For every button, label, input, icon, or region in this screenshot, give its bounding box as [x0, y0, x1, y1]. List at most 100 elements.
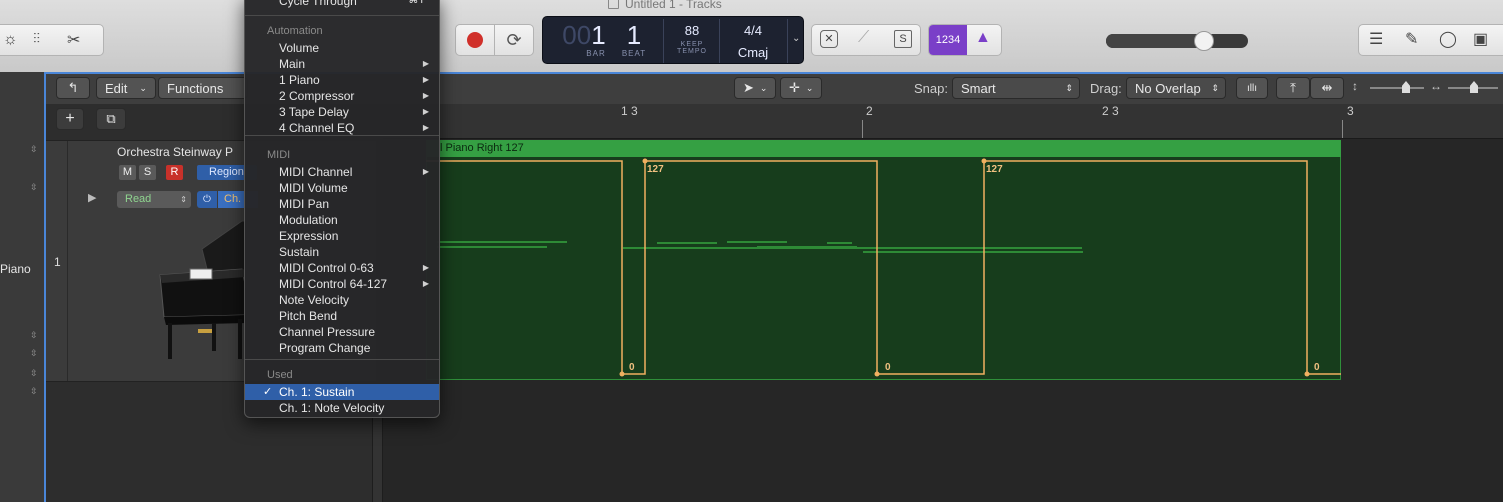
scissors-icon[interactable]: ✂ [67, 30, 80, 50]
vertical-zoom-icon: ↕ [1352, 79, 1358, 93]
menu-item-midi-9[interactable]: Pitch Bend [245, 308, 439, 324]
menu-item-automation-5[interactable]: 4 Channel EQ [245, 120, 439, 136]
automation-curve[interactable] [426, 140, 1346, 380]
cycle-button[interactable]: ⟳ [494, 24, 534, 56]
snap-select[interactable]: Smart ⇕ [952, 77, 1080, 99]
vertical-zoom-slider[interactable] [1370, 87, 1424, 89]
menu-item-midi-3[interactable]: Modulation [245, 212, 439, 228]
automation-value-label: 127 [986, 164, 1003, 175]
disclosure-triangle-icon[interactable]: ▶ [88, 191, 96, 204]
menu-item-cycle-through[interactable]: Cycle Through ⌘Y [245, 0, 439, 9]
master-volume-fill [1106, 34, 1204, 48]
waveform-zoom-button[interactable]: ıllı [1236, 77, 1268, 99]
solo-button[interactable]: S [139, 165, 156, 180]
lcd-beat-label: BEAT [621, 49, 647, 58]
view-group: ☰ ✎ ◯ ▣ [1358, 24, 1503, 56]
automation-power-button[interactable]: ⏻ [197, 191, 217, 208]
menu-item-automation-3[interactable]: 2 Compressor [245, 88, 439, 104]
edit-menu[interactable]: Edit ⌄ [96, 77, 156, 99]
lcd-bar-dim: 00 [562, 20, 592, 50]
mute-button[interactable]: M [119, 165, 136, 180]
mode-group: ✕ ⟋ S [811, 24, 921, 56]
menu-item-midi-5[interactable]: Sustain [245, 244, 439, 260]
menu-item-automation-1[interactable]: Main [245, 56, 439, 72]
mixer-sliders-icon[interactable]: ⫶⫶ [33, 30, 40, 47]
vertical-fit-button[interactable]: ⤒ [1276, 77, 1310, 99]
horizontal-fit-button[interactable]: ⇹ [1310, 77, 1344, 99]
menu-header-automation: Automation [267, 25, 323, 37]
stepper-icon[interactable]: ⇳ [30, 330, 38, 341]
snap-value: Smart [961, 80, 996, 96]
plus-icon: + [65, 110, 75, 127]
master-volume-slider[interactable] [1106, 31, 1248, 51]
updown-chevron-icon: ⇕ [1211, 82, 1219, 93]
menu-item-midi-6[interactable]: MIDI Control 0-63 [245, 260, 439, 276]
master-volume-knob[interactable] [1194, 31, 1214, 51]
updown-chevron-icon: ⇕ [180, 195, 187, 204]
record-enable-button[interactable]: R [166, 165, 183, 180]
tuner-icon[interactable]: ⟋ [858, 29, 869, 47]
waveform-icon: ıllı [1247, 82, 1257, 94]
back-button[interactable]: ↰ [56, 77, 90, 99]
checkmark-icon: ✓ [263, 386, 273, 398]
add-track-button[interactable]: + [56, 108, 84, 130]
crosshair-tool-button[interactable]: ✛ ⌄ [780, 77, 822, 99]
automation-value-label: 127 [647, 164, 664, 175]
vertical-zoom-thumb[interactable] [1402, 81, 1410, 93]
submenu-arrow-icon: ▶ [422, 279, 429, 288]
settings-sun-icon[interactable]: ☼ [3, 31, 18, 49]
list-editor-icon[interactable]: ☰ [1369, 29, 1383, 49]
stepper-icon[interactable]: ⇳ [30, 348, 38, 359]
browser-icon[interactable]: ▣ [1473, 29, 1488, 49]
loop-browser-icon[interactable]: ◯ [1439, 29, 1457, 49]
stepper-icon[interactable]: ⇳ [30, 386, 38, 397]
notepad-icon[interactable]: ✎ [1405, 29, 1418, 49]
edit-menu-label: Edit [105, 80, 128, 96]
stepper-icon[interactable]: ⇳ [30, 144, 38, 155]
zoom-sliders: ↕ ↔ [1350, 77, 1502, 99]
toolbar-left-group: ☼ ⫶⫶ ✂ [0, 24, 104, 56]
menu-item-automation-2[interactable]: 1 Piano [245, 72, 439, 88]
record-button[interactable] [455, 24, 495, 56]
automation-value-label: 0 [629, 362, 635, 373]
duplicate-track-button[interactable]: ⧉ [96, 108, 126, 130]
lcd-key: Cmaj [737, 45, 769, 60]
lcd-bar: 1 [591, 20, 606, 50]
menu-item-midi-1[interactable]: MIDI Volume [245, 180, 439, 196]
ruler-tick [862, 120, 863, 138]
menu-item-midi-10[interactable]: Channel Pressure [245, 324, 439, 340]
ruler-mark-1-3: 1 3 [621, 104, 638, 118]
menu-header-midi: MIDI [267, 149, 291, 161]
metronome-icon[interactable]: ▲ [975, 29, 991, 47]
menu-item-midi-2[interactable]: MIDI Pan [245, 196, 439, 212]
menu-item-used-1[interactable]: Ch. 1: Note Velocity [245, 400, 439, 416]
lcd-chevron-down-icon[interactable]: ⌄ [792, 33, 800, 44]
lcd-display[interactable]: 001 BAR 1 BEAT 88 KEEP TEMPO 4/4 Cmaj ⌄ [542, 16, 804, 64]
low-latency-icon[interactable]: ✕ [820, 30, 838, 48]
grand-piano-image [159, 220, 246, 359]
menu-item-used-0[interactable]: Ch. 1: Sustain [245, 384, 439, 400]
chevron-down-icon: ⌄ [759, 82, 768, 93]
crosshair-icon: ✛ [789, 80, 800, 95]
ruler[interactable]: 1 3 2 2 3 3 [383, 104, 1503, 139]
menu-item-automation-0[interactable]: Volume [245, 40, 439, 56]
menu-item-midi-0[interactable]: MIDI Channel [245, 164, 439, 180]
track-name[interactable]: Orchestra Steinway P [117, 145, 233, 159]
menu-item-midi-4[interactable]: Expression [245, 228, 439, 244]
stepper-icon[interactable]: ⇳ [30, 368, 38, 379]
pointer-tool-button[interactable]: ➤ ⌄ [734, 77, 776, 99]
inspector-strip: ⇳ ⇳ Piano ⇳ ⇳ ⇳ ⇳ [0, 72, 45, 502]
horizontal-fit-icon: ⇹ [1321, 80, 1333, 95]
functions-menu[interactable]: Functions [158, 77, 248, 99]
horizontal-zoom-thumb[interactable] [1470, 81, 1478, 93]
menu-item-midi-8[interactable]: Note Velocity [245, 292, 439, 308]
count-in-button[interactable]: 1234 [929, 25, 967, 55]
menu-item-midi-11[interactable]: Program Change [245, 340, 439, 356]
menu-item-midi-7[interactable]: MIDI Control 64-127 [245, 276, 439, 292]
stepper-icon[interactable]: ⇳ [30, 182, 38, 193]
automation-mode-select[interactable]: Read ⇕ [117, 191, 191, 208]
drag-select[interactable]: No Overlap ⇕ [1126, 77, 1226, 99]
back-arrow-icon: ↰ [67, 80, 79, 95]
solo-icon[interactable]: S [894, 30, 912, 48]
menu-item-automation-4[interactable]: 3 Tape Delay [245, 104, 439, 120]
